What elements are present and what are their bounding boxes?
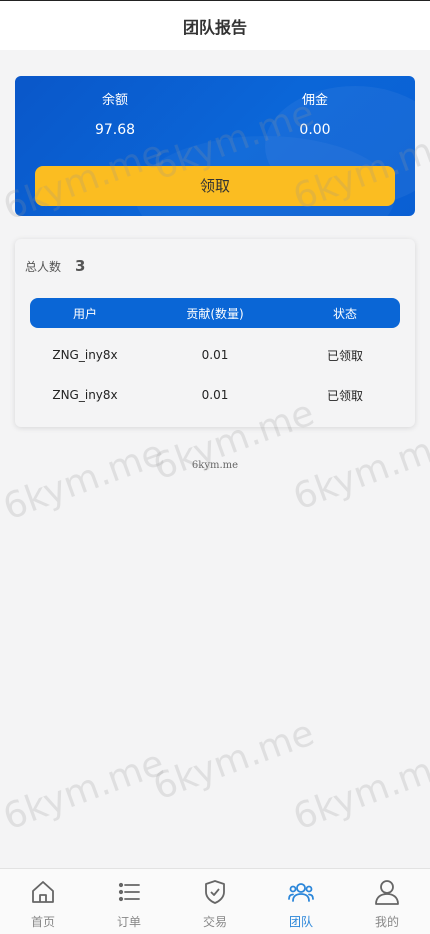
tab-label: 首页 <box>30 915 55 929</box>
tab-mine[interactable]: 我的 <box>344 869 430 934</box>
table-header: 用户 贡献(数量) 状态 <box>30 298 400 328</box>
total-members: 总人数 3 <box>25 257 85 275</box>
team-card: 总人数 3 用户 贡献(数量) 状态 ZNG_iny8x 0.01 已领取 ZN… <box>15 239 415 427</box>
watermark: 6kym.me <box>0 432 170 529</box>
shield-check-icon <box>205 880 225 904</box>
balance-card: 余额 97.68 佣金 0.00 领取 <box>15 76 415 216</box>
column-header-contribution: 贡献(数量) <box>186 306 244 321</box>
column-header-user: 用户 <box>72 306 97 321</box>
list-icon <box>118 882 140 902</box>
watermark: 6kym.me <box>0 742 170 839</box>
cell-user: ZNG_iny8x <box>52 388 118 402</box>
team-icon <box>288 883 314 902</box>
commission-label: 佣金 <box>301 93 328 108</box>
total-label: 总人数 <box>25 259 62 274</box>
cell-status: 已领取 <box>326 388 363 403</box>
home-icon <box>32 881 54 903</box>
watermark-label: 6kym.me <box>191 460 239 471</box>
top-bar: 团队报告 <box>0 0 430 50</box>
column-header-status: 状态 <box>332 306 357 321</box>
tab-team[interactable]: 团队 <box>258 869 344 934</box>
balance-label: 余额 <box>101 93 128 108</box>
tab-label: 我的 <box>374 915 399 929</box>
table-row: ZNG_iny8x 0.01 已领取 <box>30 335 400 375</box>
tab-orders[interactable]: 订单 <box>86 869 172 934</box>
bottom-tab-bar: 首页 订单 交易 团队 我的 <box>0 868 430 934</box>
balance-block: 余额 97.68 <box>55 91 175 140</box>
watermark: 6kym.me <box>288 742 430 839</box>
commission-value: 0.00 <box>299 122 331 138</box>
tab-label: 交易 <box>202 915 227 929</box>
cell-status: 已领取 <box>326 348 363 363</box>
table-body: ZNG_iny8x 0.01 已领取 ZNG_iny8x 0.01 已领取 <box>30 335 400 415</box>
page-title: 团队报告 <box>182 17 247 37</box>
total-count: 3 <box>75 257 86 275</box>
tab-trade[interactable]: 交易 <box>172 869 258 934</box>
cell-amount: 0.01 <box>201 388 229 402</box>
table-row: ZNG_iny8x 0.01 已领取 <box>30 375 400 415</box>
watermark: 6kym.me <box>148 712 320 809</box>
user-icon <box>375 880 399 905</box>
tab-home[interactable]: 首页 <box>0 869 86 934</box>
tab-label: 团队 <box>288 915 313 929</box>
cell-amount: 0.01 <box>201 348 229 362</box>
tab-label: 订单 <box>116 915 141 929</box>
balance-value: 97.68 <box>94 122 136 138</box>
claim-button[interactable]: 领取 <box>35 166 395 206</box>
commission-block: 佣金 0.00 <box>255 91 375 140</box>
cell-user: ZNG_iny8x <box>52 348 118 362</box>
